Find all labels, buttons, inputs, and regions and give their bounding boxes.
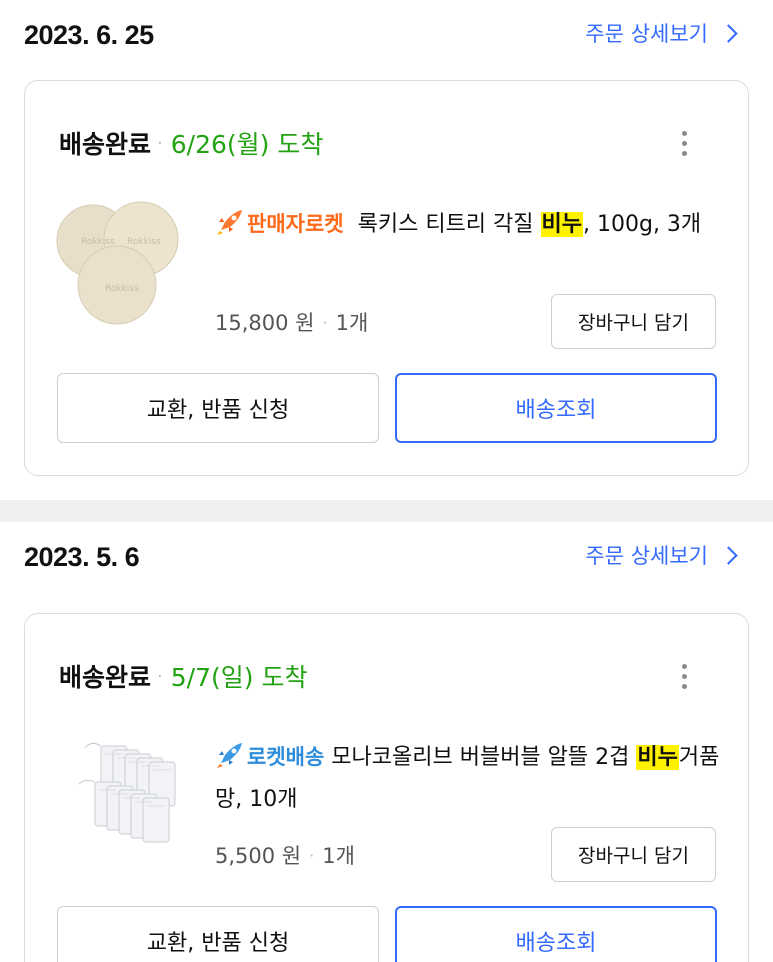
add-to-cart-button[interactable]: 장바구니 담기 [551, 294, 716, 349]
delivery-status: 배송완료 [59, 663, 152, 692]
product-title-text: 모나코올리브 버블버블 알뜰 2겹 [324, 745, 637, 770]
product-name[interactable]: 판매자로켓 록키스 티트리 각질 비누, 100g, 3개 [215, 203, 725, 246]
separator-dot: · [157, 665, 163, 687]
delivery-status-row: 배송완료 · 6/26(월) 도착 [59, 125, 323, 161]
product-thumbnail[interactable] [55, 732, 187, 864]
product-title-text: 록키스 티트리 각질 [357, 212, 541, 237]
exchange-return-button[interactable]: 교환, 반품 신청 [57, 906, 379, 962]
search-highlight: 비누 [636, 745, 679, 770]
order-card: 배송완료 · 6/26(월) 도착 Rokkiss Rokkiss Rokkis… [24, 80, 749, 476]
rocket-icon [217, 743, 242, 768]
price-row: 5,500 원 · 1개 [215, 837, 355, 873]
more-vertical-icon[interactable] [672, 125, 696, 161]
separator-dot: · [309, 845, 315, 865]
svg-text:Rokkiss: Rokkiss [81, 237, 115, 247]
product-title-text: , 100g, 3개 [583, 212, 702, 237]
quantity: 1개 [322, 844, 355, 868]
price: 15,800 원 [215, 311, 315, 335]
quantity: 1개 [335, 311, 369, 335]
order-date: 2023. 5. 6 [24, 542, 140, 572]
rocket-icon [217, 210, 242, 235]
svg-text:Rokkiss: Rokkiss [127, 237, 161, 247]
track-delivery-button[interactable]: 배송조회 [395, 906, 717, 962]
section-divider [0, 500, 773, 522]
order-detail-link[interactable]: 주문 상세보기 [585, 18, 739, 48]
price: 5,500 원 [215, 844, 302, 868]
order-detail-link[interactable]: 주문 상세보기 [585, 540, 739, 570]
separator-dot: · [157, 132, 163, 154]
order-header: 2023. 5. 6 주문 상세보기 [0, 522, 773, 602]
seller-rocket-badge: 판매자로켓 [247, 212, 344, 236]
more-vertical-icon[interactable] [672, 658, 696, 694]
delivery-status-row: 배송완료 · 5/7(일) 도착 [59, 658, 307, 694]
price-row: 15,800 원 · 1개 [215, 304, 368, 340]
order-section: 2023. 5. 6 주문 상세보기 배송완료 · 5/7(일) 도착 로켓배송… [0, 522, 773, 962]
exchange-return-button[interactable]: 교환, 반품 신청 [57, 373, 379, 443]
arrival-date: 6/26(월) 도착 [170, 130, 324, 159]
order-detail-label: 주문 상세보기 [585, 544, 708, 568]
order-header: 2023. 6. 25 주문 상세보기 [0, 0, 773, 80]
arrival-date: 5/7(일) 도착 [170, 663, 308, 692]
rocket-delivery-badge: 로켓배송 [247, 745, 325, 769]
product-thumbnail[interactable]: Rokkiss Rokkiss Rokkiss [55, 199, 187, 331]
chevron-right-icon [719, 23, 738, 43]
track-delivery-button[interactable]: 배송조회 [395, 373, 717, 443]
order-card: 배송완료 · 5/7(일) 도착 로켓배송 모나코올리브 버블버블 알뜰 2겹 … [24, 613, 749, 962]
add-to-cart-button[interactable]: 장바구니 담기 [551, 827, 716, 882]
search-highlight: 비누 [540, 212, 583, 237]
delivery-status: 배송완료 [59, 130, 152, 159]
product-name[interactable]: 로켓배송 모나코올리브 버블버블 알뜰 2겹 비누거품망, 10개 [215, 736, 725, 821]
order-detail-label: 주문 상세보기 [585, 22, 708, 46]
separator-dot: · [322, 312, 328, 332]
chevron-right-icon [719, 545, 738, 565]
svg-text:Rokkiss: Rokkiss [105, 284, 139, 294]
order-date: 2023. 6. 25 [24, 20, 154, 50]
order-section: 2023. 6. 25 주문 상세보기 배송완료 · 6/26(월) 도착 Ro… [0, 0, 773, 500]
